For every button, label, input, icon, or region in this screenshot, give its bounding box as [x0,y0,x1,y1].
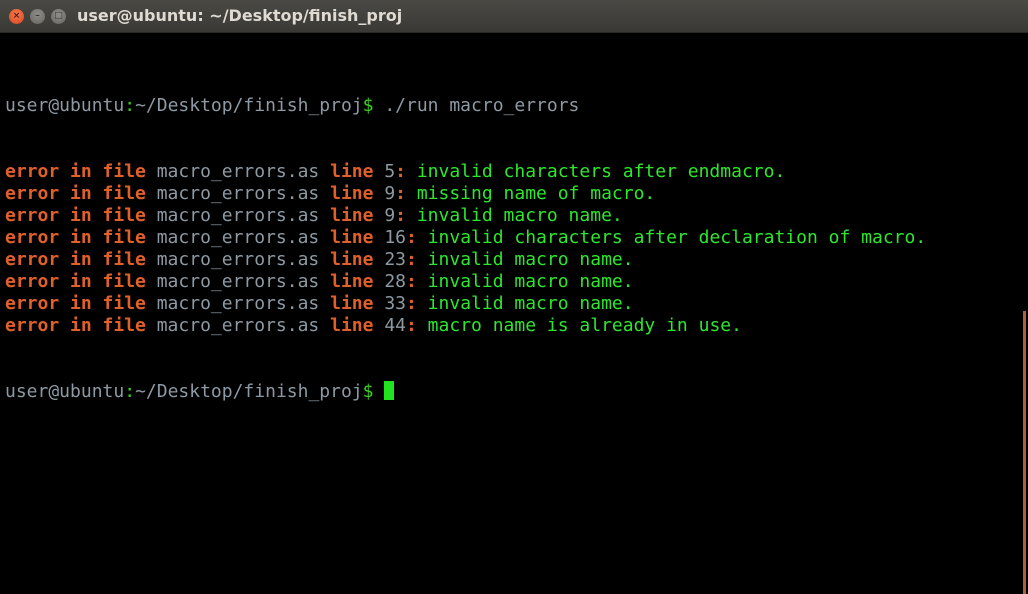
error-file: macro_errors.as [156,249,320,270]
error-line-word: line [319,293,385,314]
error-file: macro_errors.as [156,315,320,336]
prompt-user-host: user@ubuntu [5,95,125,116]
error-colon: : [395,205,406,226]
scrollbar[interactable] [1023,311,1026,594]
error-colon: : [406,293,417,314]
text-cursor [384,381,395,400]
error-prefix: error in file [5,315,157,336]
error-colon: : [406,315,417,336]
error-line-word: line [319,161,385,182]
error-message: invalid macro name. [416,249,634,270]
prompt-colon: : [124,381,136,402]
minimize-window-button[interactable]: – [30,9,45,24]
error-line-number: 16 [384,227,406,248]
error-line-number: 9 [384,205,396,226]
error-colon: : [406,227,417,248]
error-line: error in file macro_errors.as line 9: in… [5,205,926,227]
error-line: error in file macro_errors.as line 5: in… [5,161,926,183]
prompt-path: ~/Desktop/finish_proj [135,95,363,116]
error-prefix: error in file [5,293,157,314]
error-line-number: 5 [384,161,396,182]
error-line-word: line [319,315,385,336]
error-file: macro_errors.as [156,227,320,248]
error-colon: : [395,183,406,204]
error-line: error in file macro_errors.as line 28: i… [5,271,926,293]
error-prefix: error in file [5,249,157,270]
error-line-word: line [319,271,385,292]
error-line-number: 33 [384,293,406,314]
error-colon: : [406,271,417,292]
error-line-word: line [319,249,385,270]
error-line-number: 44 [384,315,406,336]
prompt-colon: : [124,95,136,116]
error-prefix: error in file [5,205,157,226]
error-line: error in file macro_errors.as line 44: m… [5,315,926,337]
error-line-number: 9 [384,183,396,204]
prompt-dollar: $ [362,95,374,116]
error-line: error in file macro_errors.as line 16: i… [5,227,926,249]
error-message: invalid macro name. [406,205,623,226]
error-file: macro_errors.as [156,271,320,292]
error-line: error in file macro_errors.as line 23: i… [5,249,926,271]
error-prefix: error in file [5,161,157,182]
title-bar[interactable]: × – □ user@ubuntu: ~/Desktop/finish_proj [0,0,1028,33]
error-file: macro_errors.as [156,293,320,314]
error-message: invalid macro name. [416,271,634,292]
terminal-area[interactable]: user@ubuntu:~/Desktop/finish_proj$ ./run… [0,33,1028,594]
error-message: missing name of macro. [406,183,656,204]
error-message: invalid characters after declaration of … [416,227,927,248]
close-window-button[interactable]: × [9,9,24,24]
error-message: macro name is already in use. [416,315,742,336]
error-message: invalid macro name. [416,293,634,314]
error-file: macro_errors.as [156,183,320,204]
window-title: user@ubuntu: ~/Desktop/finish_proj [77,6,403,25]
prompt-user-host: user@ubuntu [5,381,125,402]
error-line: error in file macro_errors.as line 9: mi… [5,183,926,205]
error-prefix: error in file [5,227,157,248]
prompt-line-current: user@ubuntu:~/Desktop/finish_proj$ [5,381,926,403]
error-line-word: line [319,205,385,226]
error-line-number: 28 [384,271,406,292]
prompt-path: ~/Desktop/finish_proj [135,381,363,402]
error-line-number: 23 [384,249,406,270]
prompt-dollar: $ [362,381,374,402]
error-file: macro_errors.as [156,161,320,182]
error-colon: : [395,161,406,182]
error-file: macro_errors.as [156,205,320,226]
error-colon: : [406,249,417,270]
maximize-window-button[interactable]: □ [51,9,66,24]
error-line-word: line [319,183,385,204]
error-prefix: error in file [5,271,157,292]
terminal-output: user@ubuntu:~/Desktop/finish_proj$ ./run… [5,51,926,447]
error-line-word: line [319,227,385,248]
error-line: error in file macro_errors.as line 33: i… [5,293,926,315]
error-message: invalid characters after endmacro. [406,161,786,182]
error-prefix: error in file [5,183,157,204]
command-text: ./run macro_errors [373,95,580,116]
prompt-line: user@ubuntu:~/Desktop/finish_proj$ ./run… [5,95,926,117]
